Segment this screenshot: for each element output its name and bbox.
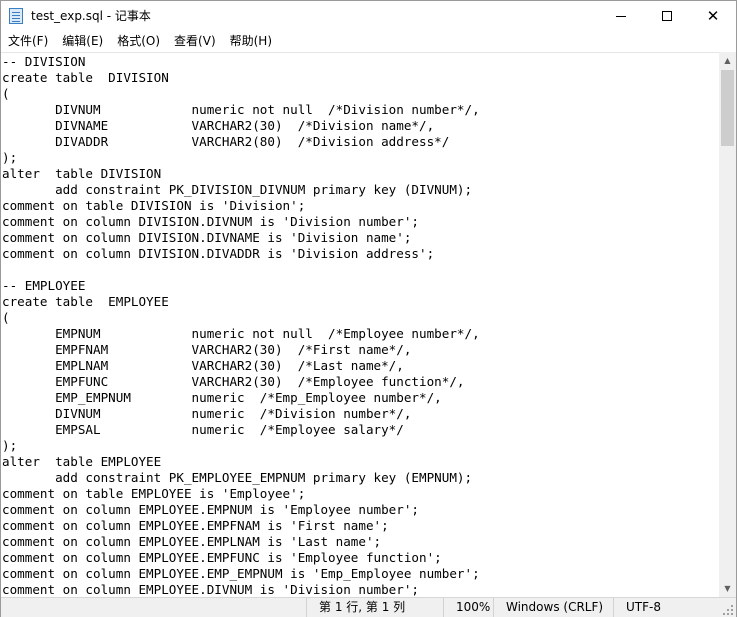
scroll-up-icon: ▲: [724, 56, 731, 65]
status-zoom: 100%: [443, 598, 493, 617]
notepad-window: test_exp.sql - 记事本 ✕ 文件(F) 编辑(E) 格式(O) 查…: [0, 0, 737, 617]
window-title: test_exp.sql - 记事本: [31, 9, 151, 23]
maximize-icon: [662, 11, 672, 21]
scroll-down-icon: ▼: [724, 584, 731, 593]
menu-view[interactable]: 查看(V): [167, 31, 223, 52]
editor-text[interactable]: -- DIVISION create table DIVISION ( DIVN…: [1, 53, 719, 597]
title-bar[interactable]: test_exp.sql - 记事本 ✕: [1, 1, 736, 31]
vertical-scrollbar[interactable]: ▲ ▼: [719, 52, 736, 597]
resize-grip-icon[interactable]: [723, 605, 735, 617]
scroll-up-button[interactable]: ▲: [719, 52, 736, 69]
status-bar: 第 1 行, 第 1 列 100% Windows (CRLF) UTF-8: [1, 597, 736, 617]
menu-bar: 文件(F) 编辑(E) 格式(O) 查看(V) 帮助(H): [1, 31, 736, 52]
menu-edit[interactable]: 编辑(E): [55, 31, 110, 52]
text-editor-area[interactable]: -- DIVISION create table DIVISION ( DIVN…: [1, 52, 719, 597]
menu-help[interactable]: 帮助(H): [223, 31, 279, 52]
minimize-button[interactable]: [598, 1, 644, 31]
status-encoding: UTF-8: [613, 598, 719, 617]
scroll-thumb[interactable]: [721, 70, 734, 146]
status-line-ending: Windows (CRLF): [493, 598, 613, 617]
notepad-app-icon: [9, 8, 23, 24]
close-icon: ✕: [706, 6, 720, 25]
maximize-button[interactable]: [644, 1, 690, 31]
status-cursor-position: 第 1 行, 第 1 列: [306, 598, 443, 617]
menu-format[interactable]: 格式(O): [110, 31, 167, 52]
menu-file[interactable]: 文件(F): [1, 31, 55, 52]
close-button[interactable]: ✕: [690, 1, 736, 31]
scroll-down-button[interactable]: ▼: [719, 580, 736, 597]
minimize-icon: [616, 15, 626, 17]
